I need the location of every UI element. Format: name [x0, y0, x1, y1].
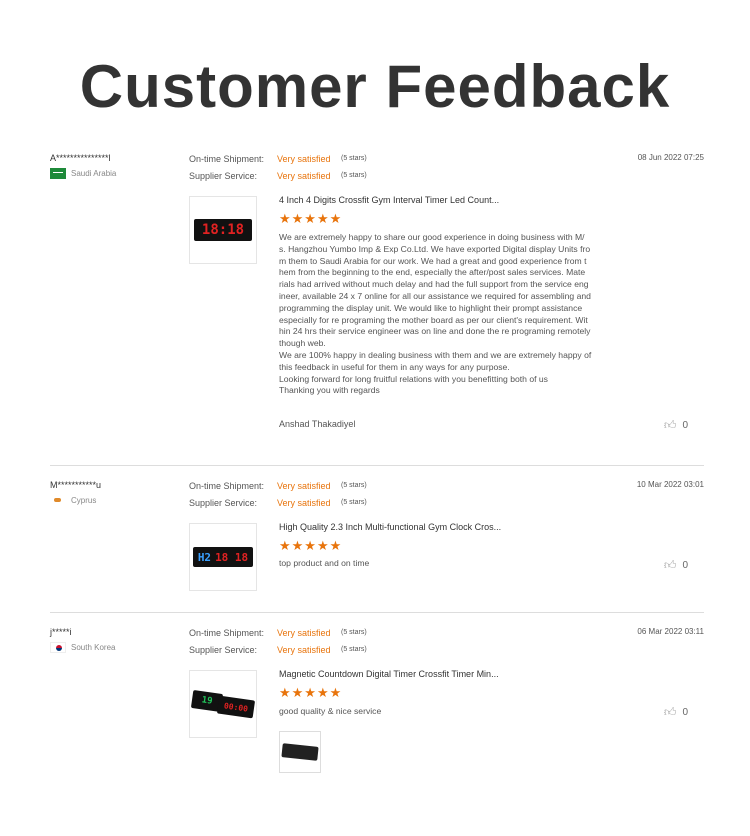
display-prefix: H2: [197, 550, 212, 564]
shipment-stars: (5 stars): [341, 629, 367, 636]
cyprus-flag-icon: [50, 495, 66, 506]
buyer-country: Saudi Arabia: [50, 168, 116, 179]
thumbs-up-icon: 👍︎: [663, 418, 677, 432]
display-digits: 00:00: [216, 695, 256, 719]
shipment-value: Very satisfied: [277, 154, 331, 164]
shipment-label: On-time Shipment:: [189, 628, 265, 638]
page-title: Customer Feedback: [79, 53, 671, 120]
country-name: Cyprus: [71, 496, 97, 505]
review-item: M***********u Cyprus On-time Shipment: V…: [50, 480, 704, 600]
buyer-name: M***********u: [50, 480, 102, 490]
shipment-value: Very satisfied: [277, 628, 331, 638]
service-label: Supplier Service:: [189, 171, 258, 181]
thumbs-up-icon: 👍︎: [663, 558, 677, 572]
review-date: 10 Mar 2022 03:01: [636, 480, 704, 489]
like-button[interactable]: 👍︎ 0: [664, 418, 688, 433]
like-count: 0: [682, 707, 688, 718]
timer-display-image: 18:18: [194, 219, 252, 241]
review-photo[interactable]: [279, 731, 321, 773]
divider: [50, 612, 704, 613]
buyer-country: Cyprus: [50, 495, 96, 506]
divider: [50, 465, 704, 466]
service-stars: (5 stars): [341, 172, 367, 179]
shipment-stars: (5 stars): [341, 482, 367, 489]
service-value: Very satisfied: [277, 645, 331, 655]
country-name: South Korea: [71, 643, 116, 652]
service-label: Supplier Service:: [189, 645, 258, 655]
review-date: 08 Jun 2022 07:25: [637, 153, 704, 162]
product-thumbnail[interactable]: 18:18: [189, 196, 257, 264]
review-photo-image: [281, 743, 319, 761]
review-stars: ★★★★★: [279, 538, 343, 553]
product-title-link[interactable]: 4 Inch 4 Digits Crossfit Gym Interval Ti…: [279, 195, 499, 205]
service-stars: (5 stars): [341, 646, 367, 653]
review-text: top product and on time: [279, 558, 370, 568]
product-thumbnail[interactable]: H2 18 18: [189, 523, 257, 591]
product-title-link[interactable]: Magnetic Countdown Digital Timer Crossfi…: [279, 669, 499, 679]
service-stars: (5 stars): [341, 499, 367, 506]
saudi-arabia-flag-icon: [50, 168, 66, 179]
like-count: 0: [682, 420, 688, 431]
like-button[interactable]: 👍︎ 0: [664, 558, 688, 573]
timer-display-image: 19 00:00: [190, 684, 256, 724]
like-count: 0: [682, 560, 688, 571]
buyer-name: j*****i: [50, 627, 72, 637]
buyer-country: South Korea: [50, 642, 115, 653]
country-name: Saudi Arabia: [71, 169, 117, 178]
service-label: Supplier Service:: [189, 498, 258, 508]
review-date: 06 Mar 2022 03:11: [637, 627, 704, 636]
review-text: good quality & nice service: [279, 706, 382, 716]
south-korea-flag-icon: [50, 642, 66, 653]
display-digits: 18 18: [215, 550, 249, 564]
like-button[interactable]: 👍︎ 0: [664, 705, 688, 720]
service-value: Very satisfied: [277, 171, 331, 181]
product-title-link[interactable]: High Quality 2.3 Inch Multi-functional G…: [279, 522, 501, 532]
timer-display-image: H2 18 18: [193, 547, 253, 567]
buyer-name: A***************l: [50, 153, 111, 163]
shipment-label: On-time Shipment:: [189, 481, 265, 491]
review-item: A***************l Saudi Arabia On-time S…: [50, 153, 704, 443]
shipment-stars: (5 stars): [341, 155, 367, 162]
review-item: j*****i South Korea On-time Shipment: Ve…: [50, 627, 704, 777]
thumbs-up-icon: 👍︎: [663, 705, 677, 719]
shipment-value: Very satisfied: [277, 481, 331, 491]
shipment-label: On-time Shipment:: [189, 154, 265, 164]
review-text: We are extremely happy to share our good…: [279, 232, 592, 396]
review-stars: ★★★★★: [279, 685, 343, 700]
service-value: Very satisfied: [277, 498, 331, 508]
product-thumbnail[interactable]: 19 00:00: [189, 670, 257, 738]
review-stars: ★★★★★: [279, 211, 343, 226]
review-author: Anshad Thakadiyel: [279, 419, 356, 429]
